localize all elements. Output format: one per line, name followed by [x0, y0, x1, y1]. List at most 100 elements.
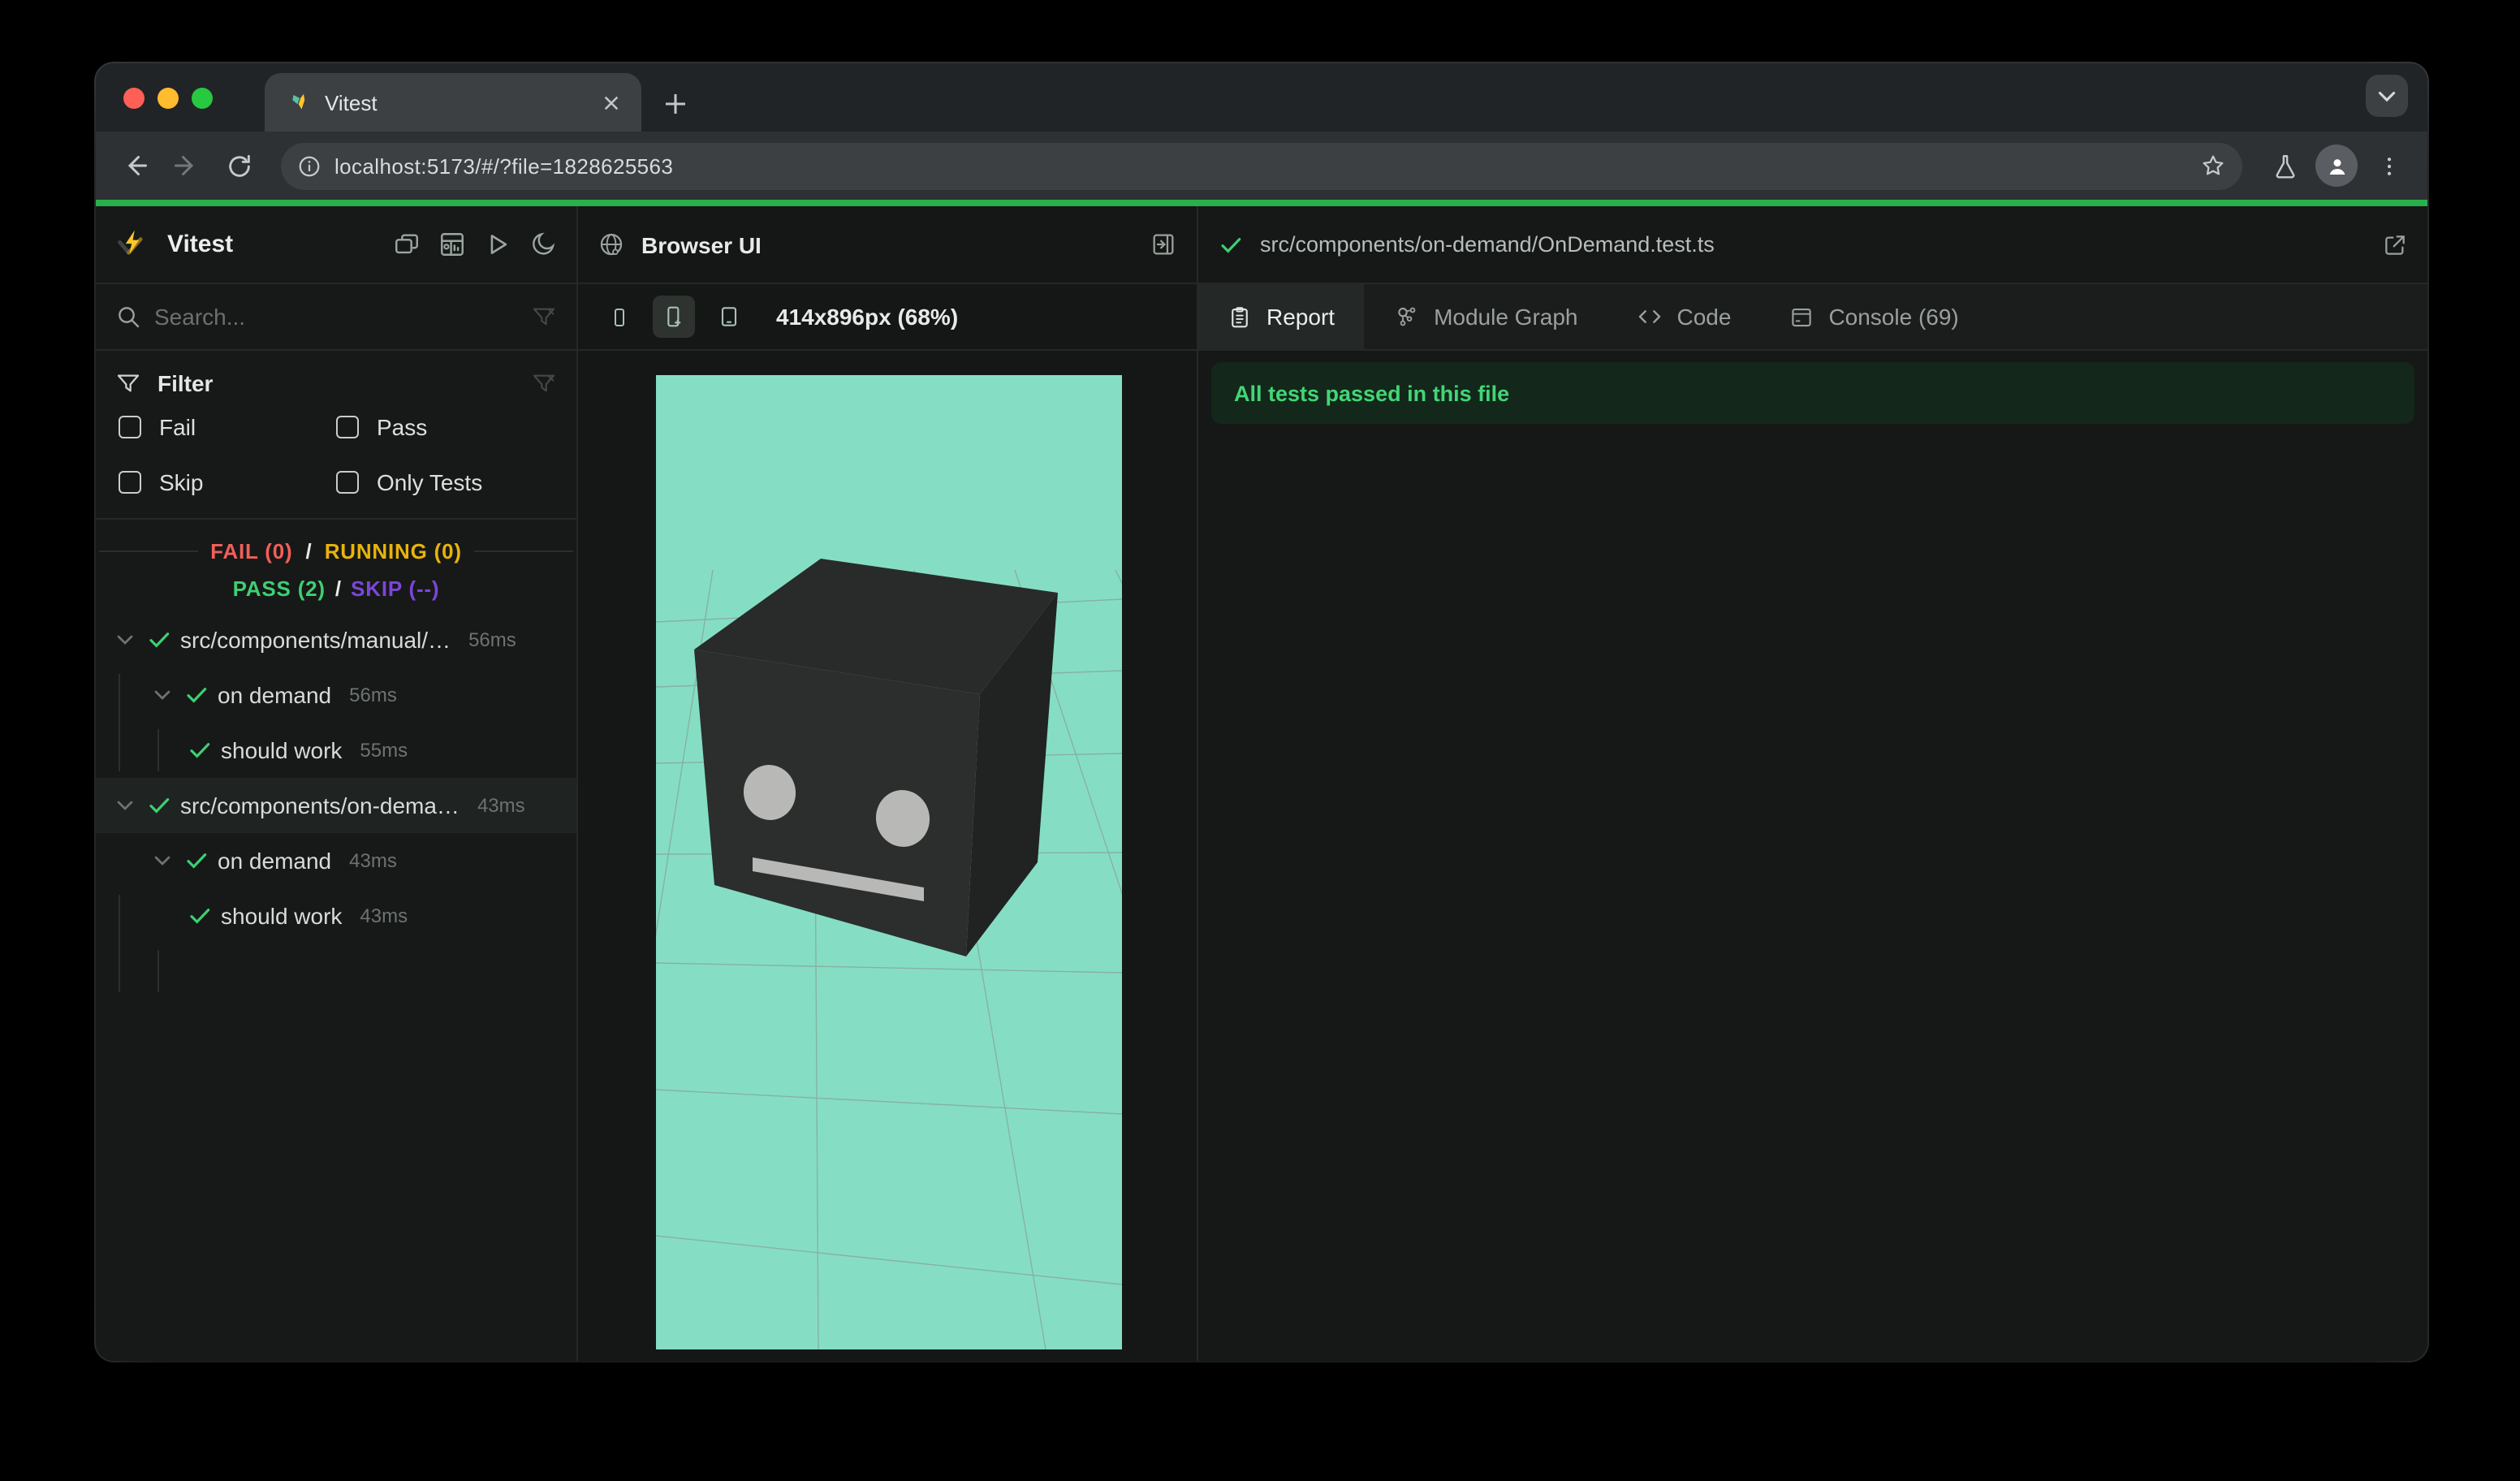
back-button[interactable]	[112, 143, 158, 188]
close-window-button[interactable]	[123, 87, 145, 108]
dark-mode-icon[interactable]	[529, 231, 557, 258]
search-row	[96, 284, 576, 351]
profile-avatar[interactable]	[2314, 143, 2359, 188]
sidebar: Vitest Search... Filter Fail Pass Skip O…	[96, 206, 578, 1361]
tree-row-file[interactable]: src/components/manual/… 56ms	[96, 612, 576, 667]
tab-console[interactable]: Console (69)	[1760, 284, 1987, 349]
tab-module-graph[interactable]: Module Graph	[1364, 284, 1607, 349]
tree-row-suite[interactable]: on demand 43ms	[96, 833, 576, 888]
search-input[interactable]	[154, 304, 518, 330]
duration: 43ms	[360, 905, 408, 927]
globe-icon	[598, 231, 625, 258]
test-tree: src/components/manual/… 56ms on demand 5…	[96, 612, 576, 1361]
window-controls	[96, 63, 235, 132]
fail-count: FAIL (0)	[210, 538, 293, 563]
tree-row-test[interactable]: should work 43ms	[96, 888, 576, 943]
pass-count: PASS (2)	[232, 576, 326, 600]
device-phone-small-button[interactable]	[598, 296, 640, 338]
filter-title: Filter	[158, 370, 214, 396]
duration: 55ms	[360, 739, 408, 762]
minimize-window-button[interactable]	[158, 87, 179, 108]
browser-menu-icon[interactable]	[2366, 143, 2411, 188]
clipboard-icon	[1228, 304, 1252, 329]
chevron-down-icon[interactable]	[112, 627, 138, 653]
chevron-down-icon[interactable]	[149, 682, 175, 708]
device-toolbar: 414x896px (68%)	[578, 284, 1197, 351]
duration: 56ms	[468, 628, 516, 651]
console-icon	[1789, 304, 1814, 329]
forward-button[interactable]	[164, 143, 209, 188]
report-file-header: src/components/on-demand/OnDemand.test.t…	[1198, 206, 2427, 284]
pass-check-icon	[183, 682, 209, 708]
bookmark-star-icon[interactable]	[2194, 146, 2233, 185]
filter-checkbox-fail[interactable]: Fail	[119, 406, 336, 447]
clear-filter-icon[interactable]	[531, 370, 557, 396]
pass-check-icon	[187, 737, 213, 763]
tab-report[interactable]: Report	[1198, 284, 1365, 349]
dashboard-icon[interactable]	[438, 231, 466, 258]
filter-checkbox-only-tests[interactable]: Only Tests	[336, 461, 554, 502]
site-info-icon[interactable]	[297, 153, 321, 178]
chevron-down-icon[interactable]	[112, 792, 138, 818]
tree-row-test[interactable]: should work 55ms	[96, 723, 576, 778]
pass-check-icon	[146, 792, 172, 818]
url-text[interactable]: localhost:5173/#/?file=1828625563	[334, 153, 2181, 178]
run-all-icon[interactable]	[484, 231, 511, 258]
filter-checkbox-skip[interactable]: Skip	[119, 461, 336, 502]
search-icon	[115, 304, 141, 330]
report-tabs: Report Module Graph Code Console (69)	[1198, 284, 2427, 351]
dock-windows-icon[interactable]	[393, 231, 421, 258]
sidebar-header: Vitest	[96, 206, 576, 284]
duration: 56ms	[349, 684, 397, 706]
module-graph-icon	[1393, 304, 1419, 330]
skip-count: SKIP (--)	[351, 576, 440, 600]
expand-panel-icon[interactable]	[1150, 231, 1177, 258]
vitest-favicon	[287, 90, 312, 114]
browser-ui-panel: Browser UI 414x896px (68%)	[578, 206, 1198, 1361]
test-file-path: src/components/on-demand/OnDemand.test.t…	[1260, 232, 1715, 257]
report-panel: src/components/on-demand/OnDemand.test.t…	[1198, 206, 2427, 1361]
chevron-down-icon[interactable]	[149, 848, 175, 874]
browser-toolbar: localhost:5173/#/?file=1828625563	[96, 132, 2427, 200]
tab-code[interactable]: Code	[1607, 284, 1761, 349]
checkbox[interactable]	[336, 470, 359, 493]
test-summary: FAIL (0) / RUNNING (0) PASS (2) / SKIP (…	[96, 520, 576, 612]
device-tablet-button[interactable]	[708, 296, 750, 338]
vitest-logo-icon	[115, 227, 151, 262]
filter-funnel-icon	[115, 370, 141, 396]
open-external-icon[interactable]	[2382, 231, 2408, 257]
vitest-ui: Vitest Search... Filter Fail Pass Skip O…	[96, 206, 2427, 1361]
checkbox[interactable]	[119, 470, 141, 493]
pass-check-icon	[187, 903, 213, 929]
checkbox[interactable]	[119, 415, 141, 438]
browser-tab[interactable]: Vitest	[265, 73, 641, 132]
running-count: RUNNING (0)	[324, 538, 462, 563]
tab-search-button[interactable]	[2366, 75, 2408, 117]
code-icon	[1637, 304, 1663, 330]
address-bar[interactable]: localhost:5173/#/?file=1828625563	[281, 142, 2242, 189]
reload-button[interactable]	[216, 143, 261, 188]
zoom-window-button[interactable]	[192, 87, 213, 108]
checkbox[interactable]	[336, 415, 359, 438]
all-tests-passed-banner: All tests passed in this file	[1211, 362, 2414, 424]
tested-app-viewport[interactable]	[656, 375, 1122, 1349]
duration: 43ms	[349, 849, 397, 872]
viewport-size-label: 414x896px (68%)	[776, 304, 959, 330]
file-pass-check-icon	[1218, 231, 1244, 257]
duration: 43ms	[477, 794, 525, 817]
preview-area	[578, 351, 1197, 1361]
device-phone-plus-button[interactable]	[653, 296, 695, 338]
tab-strip: Vitest	[96, 63, 2427, 132]
test-progress-bar	[96, 200, 2427, 206]
tree-row-file-selected[interactable]: src/components/on-dema… 43ms	[96, 778, 576, 833]
new-tab-button[interactable]	[654, 83, 697, 125]
tab-close-icon[interactable]	[596, 88, 625, 117]
experiments-flask-icon[interactable]	[2262, 143, 2307, 188]
filter-checkbox-pass[interactable]: Pass	[336, 406, 554, 447]
tree-row-suite[interactable]: on demand 56ms	[96, 667, 576, 723]
browser-window: Vitest localhost:5173/#/?file=1828625563	[96, 63, 2427, 1361]
filter-panel: Filter Fail Pass Skip Only Tests	[96, 351, 576, 520]
screen: Vitest localhost:5173/#/?file=1828625563	[0, 0, 2520, 1481]
clear-search-filter-icon[interactable]	[531, 304, 557, 330]
browser-ui-header: Browser UI	[578, 206, 1197, 284]
